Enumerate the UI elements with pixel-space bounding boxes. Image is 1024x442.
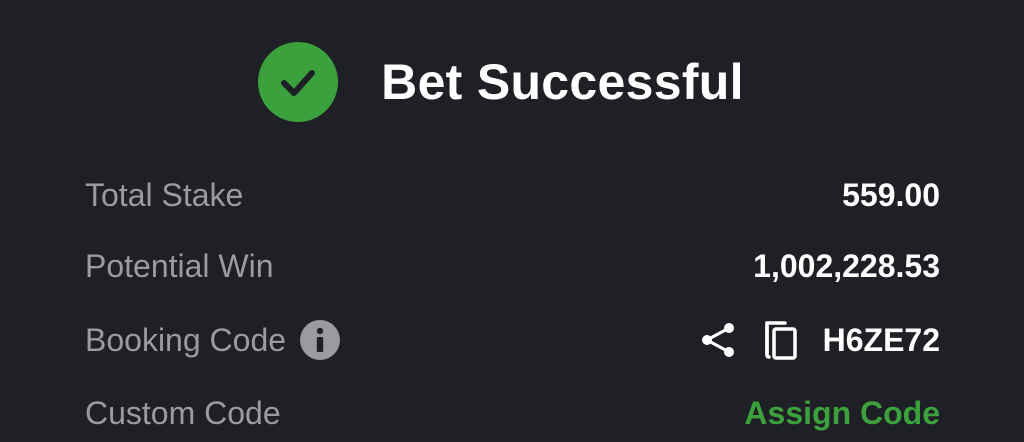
potential-win-value: 1,002,228.53: [753, 247, 940, 284]
potential-win-row: Potential Win 1,002,228.53: [85, 241, 940, 291]
booking-code-label-group: Booking Code: [85, 320, 341, 360]
total-stake-row: Total Stake 559.00: [85, 170, 940, 220]
booking-code-value-group: H6ZE72: [699, 319, 940, 361]
page-title: Bet Successful: [381, 54, 744, 110]
custom-code-row: Custom Code Assign Code: [85, 388, 940, 438]
total-stake-label: Total Stake: [85, 176, 244, 213]
bet-success-panel: Bet Successful Total Stake 559.00 Potent…: [0, 0, 1024, 442]
success-header: Bet Successful: [0, 40, 1024, 124]
booking-code-label: Booking Code: [85, 321, 287, 358]
copy-icon[interactable]: [763, 319, 799, 361]
check-circle-icon: [258, 42, 339, 122]
booking-code-value: H6ZE72: [822, 321, 940, 358]
info-glyph: [316, 327, 324, 352]
potential-win-label: Potential Win: [85, 247, 274, 284]
assign-code-link[interactable]: Assign Code: [744, 395, 940, 432]
booking-code-row: Booking Code H6ZE72: [85, 315, 940, 365]
custom-code-label: Custom Code: [85, 394, 281, 431]
share-icon[interactable]: [699, 320, 739, 360]
checkmark-icon: [281, 70, 316, 96]
total-stake-value: 559.00: [842, 176, 940, 213]
info-icon[interactable]: [300, 320, 341, 360]
